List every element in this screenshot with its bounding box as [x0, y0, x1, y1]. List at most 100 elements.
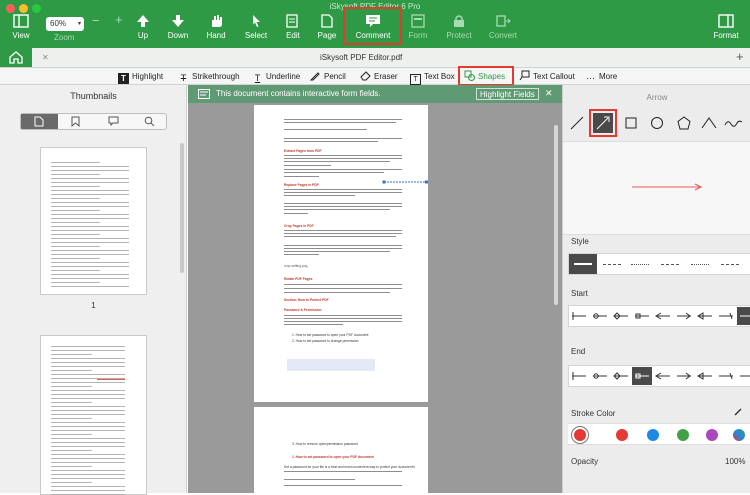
cloud-shape-icon[interactable] [723, 113, 743, 133]
start-option-8[interactable] [716, 307, 736, 325]
view-button[interactable]: View [0, 4, 42, 40]
text-line [51, 366, 125, 367]
start-title: Start [571, 289, 588, 298]
text-line [51, 230, 129, 231]
text-line [51, 446, 125, 447]
end-option-7[interactable] [695, 367, 715, 385]
protect-button[interactable]: Protect [438, 4, 480, 40]
hand-button[interactable]: Hand [195, 4, 237, 40]
page-button[interactable]: Page [306, 4, 348, 40]
search-icon[interactable] [144, 116, 155, 127]
list-item-2: 2. How to set password to change permiss… [292, 339, 359, 343]
format-icon [718, 14, 734, 28]
document-scrollbar[interactable] [554, 125, 558, 305]
rectangle-shape-icon[interactable] [621, 113, 641, 133]
eyedropper-icon[interactable] [733, 407, 743, 417]
more-tool[interactable]: ··· More [585, 69, 617, 84]
page-icon [34, 116, 44, 127]
zoom-out-button[interactable]: − [92, 13, 100, 28]
start-option-7[interactable] [695, 307, 715, 325]
comment-list-icon[interactable] [108, 116, 119, 127]
thumbnail-tab[interactable] [21, 114, 58, 129]
end-option-9[interactable] [737, 367, 750, 385]
form-fields-banner: This document contains interactive form … [188, 85, 562, 103]
down-button[interactable]: Down [157, 4, 199, 40]
end-option-4[interactable] [632, 367, 652, 385]
highlight-fields-button[interactable]: Highlight Fields [476, 88, 539, 100]
zoom-select[interactable]: 60% ▾ [46, 17, 84, 31]
style-dot-option[interactable] [631, 264, 649, 265]
text-line [51, 242, 129, 243]
triangle-shape-icon[interactable] [699, 113, 719, 133]
start-option-4[interactable] [632, 307, 652, 325]
text-callout-tool[interactable]: Text Callout [519, 69, 575, 84]
convert-button[interactable]: Convert [482, 4, 524, 40]
protect-label: Protect [446, 31, 472, 40]
text-line [51, 474, 125, 475]
pencil-tool[interactable]: Pencil [310, 69, 346, 84]
shape-preview [563, 141, 750, 235]
page-thumbnail-2[interactable] [40, 335, 147, 495]
form-button[interactable]: Form [397, 4, 439, 40]
arrow-annotation[interactable] [382, 178, 430, 186]
start-option-1[interactable] [569, 307, 589, 325]
start-option-5[interactable] [653, 307, 673, 325]
polygon-shape-icon[interactable] [674, 113, 694, 133]
text-line [51, 478, 125, 479]
start-option-9[interactable] [737, 307, 750, 325]
start-option-6[interactable] [674, 307, 694, 325]
text-line [51, 234, 101, 235]
close-tab-icon[interactable]: ✕ [42, 53, 49, 62]
arrow-up-icon [137, 15, 149, 27]
bookmark-icon[interactable] [71, 116, 80, 127]
text-box-tool[interactable]: T Text Box [410, 69, 455, 85]
new-tab-button[interactable]: + [736, 49, 744, 64]
shapes-highlight-box [458, 66, 514, 86]
text-line [51, 170, 129, 171]
style-long-dash-option[interactable] [721, 264, 739, 265]
format-button[interactable]: Format [704, 4, 748, 40]
highlight-label: Highlight [132, 72, 164, 81]
start-option-3[interactable] [611, 307, 631, 325]
stroke-color-custom[interactable] [733, 429, 745, 441]
stroke-color-blue[interactable] [647, 429, 659, 441]
text-line [284, 254, 320, 255]
end-option-3[interactable] [611, 367, 631, 385]
text-line [51, 346, 125, 347]
eraser-tool[interactable]: Eraser [360, 69, 398, 84]
arrow-highlight-box [589, 109, 617, 137]
text-line [51, 182, 129, 183]
highlight-tool[interactable]: T Highlight [118, 69, 163, 84]
page-thumbnail-1[interactable] [40, 147, 147, 295]
end-option-8[interactable] [716, 367, 736, 385]
home-tab[interactable] [0, 48, 32, 67]
underline-icon: T [254, 73, 261, 83]
start-option-2[interactable] [590, 307, 610, 325]
underline-tool[interactable]: T Underline [252, 69, 301, 84]
end-option-1[interactable] [569, 367, 589, 385]
stroke-color-red-selected[interactable] [574, 429, 586, 441]
stroke-color-purple[interactable] [706, 429, 718, 441]
text-line [284, 479, 355, 480]
tab-bar: ✕ iSkysoft PDF Editor.pdf + [0, 48, 750, 68]
style-solid-option[interactable] [569, 254, 597, 274]
style-dashdot-option[interactable] [661, 264, 679, 265]
end-option-6[interactable] [674, 367, 694, 385]
end-option-5[interactable] [653, 367, 673, 385]
end-option-2[interactable] [590, 367, 610, 385]
thumbnail-scrollbar[interactable] [180, 143, 184, 273]
stroke-color-green[interactable] [677, 429, 689, 441]
style-dash-option[interactable] [603, 264, 621, 265]
stroke-color-red[interactable] [616, 429, 628, 441]
style-fine-dot-option[interactable] [691, 264, 709, 265]
ellipse-shape-icon[interactable] [647, 113, 667, 133]
text-line [51, 218, 129, 219]
text-line [284, 129, 367, 130]
select-button[interactable]: Select [235, 4, 277, 40]
close-banner-icon[interactable]: ✕ [545, 88, 553, 99]
text-line [51, 430, 125, 431]
strikethrough-tool[interactable]: T Strikethrough [178, 69, 240, 84]
text-line [284, 284, 402, 285]
line-shape-icon[interactable] [567, 113, 587, 133]
form-label: Form [408, 31, 428, 40]
